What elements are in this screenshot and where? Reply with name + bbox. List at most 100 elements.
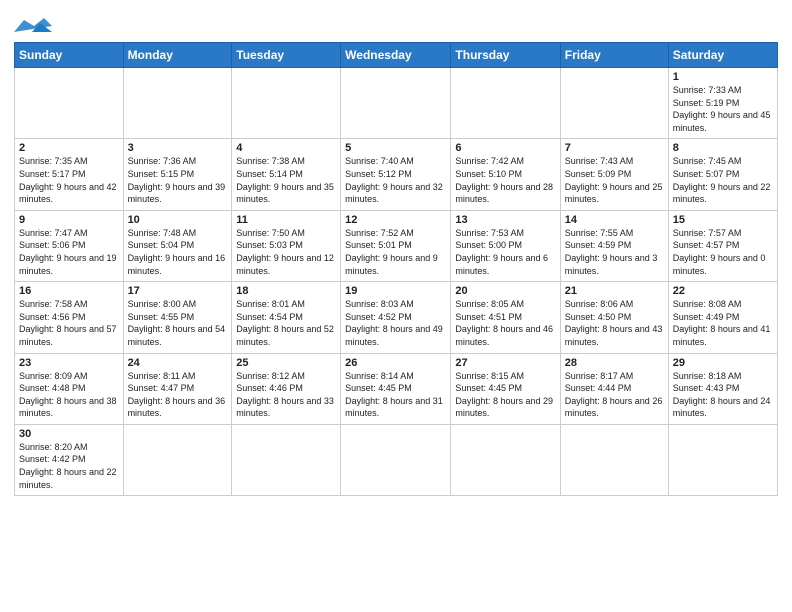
calendar-cell: 19Sunrise: 8:03 AM Sunset: 4:52 PM Dayli… <box>341 282 451 353</box>
day-info: Sunrise: 8:01 AM Sunset: 4:54 PM Dayligh… <box>236 298 336 348</box>
day-info: Sunrise: 7:58 AM Sunset: 4:56 PM Dayligh… <box>19 298 119 348</box>
day-number: 6 <box>455 142 555 154</box>
day-info: Sunrise: 7:42 AM Sunset: 5:10 PM Dayligh… <box>455 155 555 205</box>
day-info: Sunrise: 7:40 AM Sunset: 5:12 PM Dayligh… <box>345 155 446 205</box>
day-number: 16 <box>19 285 119 297</box>
day-number: 22 <box>673 285 773 297</box>
calendar-cell: 11Sunrise: 7:50 AM Sunset: 5:03 PM Dayli… <box>232 210 341 281</box>
day-number: 11 <box>236 214 336 226</box>
day-number: 5 <box>345 142 446 154</box>
day-of-week-header: Tuesday <box>232 43 341 68</box>
calendar-cell <box>232 424 341 495</box>
day-number: 8 <box>673 142 773 154</box>
calendar-cell: 28Sunrise: 8:17 AM Sunset: 4:44 PM Dayli… <box>560 353 668 424</box>
day-number: 28 <box>565 357 664 369</box>
calendar-cell <box>668 424 777 495</box>
day-info: Sunrise: 8:15 AM Sunset: 4:45 PM Dayligh… <box>455 370 555 420</box>
day-of-week-header: Friday <box>560 43 668 68</box>
logo-icon <box>14 18 52 34</box>
calendar-cell: 23Sunrise: 8:09 AM Sunset: 4:48 PM Dayli… <box>15 353 124 424</box>
day-of-week-header: Saturday <box>668 43 777 68</box>
day-number: 25 <box>236 357 336 369</box>
day-number: 26 <box>345 357 446 369</box>
calendar-week-row: 23Sunrise: 8:09 AM Sunset: 4:48 PM Dayli… <box>15 353 778 424</box>
calendar-cell: 6Sunrise: 7:42 AM Sunset: 5:10 PM Daylig… <box>451 139 560 210</box>
calendar-cell: 7Sunrise: 7:43 AM Sunset: 5:09 PM Daylig… <box>560 139 668 210</box>
calendar-cell <box>123 424 232 495</box>
day-number: 3 <box>128 142 228 154</box>
calendar-cell: 2Sunrise: 7:35 AM Sunset: 5:17 PM Daylig… <box>15 139 124 210</box>
calendar-cell: 24Sunrise: 8:11 AM Sunset: 4:47 PM Dayli… <box>123 353 232 424</box>
day-info: Sunrise: 7:57 AM Sunset: 4:57 PM Dayligh… <box>673 227 773 277</box>
day-info: Sunrise: 7:35 AM Sunset: 5:17 PM Dayligh… <box>19 155 119 205</box>
day-number: 21 <box>565 285 664 297</box>
day-number: 13 <box>455 214 555 226</box>
day-info: Sunrise: 7:50 AM Sunset: 5:03 PM Dayligh… <box>236 227 336 277</box>
day-info: Sunrise: 8:03 AM Sunset: 4:52 PM Dayligh… <box>345 298 446 348</box>
calendar-cell: 26Sunrise: 8:14 AM Sunset: 4:45 PM Dayli… <box>341 353 451 424</box>
day-info: Sunrise: 8:20 AM Sunset: 4:42 PM Dayligh… <box>19 441 119 491</box>
calendar-cell: 10Sunrise: 7:48 AM Sunset: 5:04 PM Dayli… <box>123 210 232 281</box>
day-info: Sunrise: 7:43 AM Sunset: 5:09 PM Dayligh… <box>565 155 664 205</box>
day-info: Sunrise: 7:38 AM Sunset: 5:14 PM Dayligh… <box>236 155 336 205</box>
calendar-cell: 1Sunrise: 7:33 AM Sunset: 5:19 PM Daylig… <box>668 68 777 139</box>
calendar-cell: 29Sunrise: 8:18 AM Sunset: 4:43 PM Dayli… <box>668 353 777 424</box>
day-info: Sunrise: 7:36 AM Sunset: 5:15 PM Dayligh… <box>128 155 228 205</box>
day-info: Sunrise: 7:45 AM Sunset: 5:07 PM Dayligh… <box>673 155 773 205</box>
calendar-cell <box>451 68 560 139</box>
day-number: 7 <box>565 142 664 154</box>
day-number: 12 <box>345 214 446 226</box>
day-number: 19 <box>345 285 446 297</box>
day-info: Sunrise: 7:55 AM Sunset: 4:59 PM Dayligh… <box>565 227 664 277</box>
day-number: 27 <box>455 357 555 369</box>
day-number: 20 <box>455 285 555 297</box>
calendar-week-row: 1Sunrise: 7:33 AM Sunset: 5:19 PM Daylig… <box>15 68 778 139</box>
calendar-cell: 17Sunrise: 8:00 AM Sunset: 4:55 PM Dayli… <box>123 282 232 353</box>
calendar-cell: 3Sunrise: 7:36 AM Sunset: 5:15 PM Daylig… <box>123 139 232 210</box>
day-number: 18 <box>236 285 336 297</box>
day-info: Sunrise: 7:48 AM Sunset: 5:04 PM Dayligh… <box>128 227 228 277</box>
calendar-cell: 27Sunrise: 8:15 AM Sunset: 4:45 PM Dayli… <box>451 353 560 424</box>
calendar: SundayMondayTuesdayWednesdayThursdayFrid… <box>14 42 778 496</box>
calendar-cell <box>232 68 341 139</box>
day-number: 4 <box>236 142 336 154</box>
calendar-cell: 8Sunrise: 7:45 AM Sunset: 5:07 PM Daylig… <box>668 139 777 210</box>
day-number: 24 <box>128 357 228 369</box>
day-of-week-header: Wednesday <box>341 43 451 68</box>
day-info: Sunrise: 8:18 AM Sunset: 4:43 PM Dayligh… <box>673 370 773 420</box>
page: SundayMondayTuesdayWednesdayThursdayFrid… <box>0 0 792 510</box>
day-info: Sunrise: 7:53 AM Sunset: 5:00 PM Dayligh… <box>455 227 555 277</box>
calendar-cell: 22Sunrise: 8:08 AM Sunset: 4:49 PM Dayli… <box>668 282 777 353</box>
day-number: 23 <box>19 357 119 369</box>
day-number: 9 <box>19 214 119 226</box>
day-info: Sunrise: 7:33 AM Sunset: 5:19 PM Dayligh… <box>673 84 773 134</box>
day-of-week-header: Monday <box>123 43 232 68</box>
day-info: Sunrise: 8:12 AM Sunset: 4:46 PM Dayligh… <box>236 370 336 420</box>
calendar-cell: 30Sunrise: 8:20 AM Sunset: 4:42 PM Dayli… <box>15 424 124 495</box>
day-info: Sunrise: 8:14 AM Sunset: 4:45 PM Dayligh… <box>345 370 446 420</box>
calendar-cell <box>123 68 232 139</box>
calendar-cell <box>560 68 668 139</box>
day-info: Sunrise: 7:52 AM Sunset: 5:01 PM Dayligh… <box>345 227 446 277</box>
day-info: Sunrise: 8:05 AM Sunset: 4:51 PM Dayligh… <box>455 298 555 348</box>
header <box>14 10 778 34</box>
day-info: Sunrise: 8:08 AM Sunset: 4:49 PM Dayligh… <box>673 298 773 348</box>
day-number: 1 <box>673 71 773 83</box>
day-of-week-header: Sunday <box>15 43 124 68</box>
calendar-cell <box>341 424 451 495</box>
day-info: Sunrise: 8:17 AM Sunset: 4:44 PM Dayligh… <box>565 370 664 420</box>
calendar-cell: 25Sunrise: 8:12 AM Sunset: 4:46 PM Dayli… <box>232 353 341 424</box>
calendar-cell: 18Sunrise: 8:01 AM Sunset: 4:54 PM Dayli… <box>232 282 341 353</box>
day-number: 29 <box>673 357 773 369</box>
day-of-week-header: Thursday <box>451 43 560 68</box>
calendar-cell <box>341 68 451 139</box>
calendar-cell: 9Sunrise: 7:47 AM Sunset: 5:06 PM Daylig… <box>15 210 124 281</box>
day-info: Sunrise: 8:06 AM Sunset: 4:50 PM Dayligh… <box>565 298 664 348</box>
calendar-cell: 4Sunrise: 7:38 AM Sunset: 5:14 PM Daylig… <box>232 139 341 210</box>
day-number: 30 <box>19 428 119 440</box>
calendar-week-row: 9Sunrise: 7:47 AM Sunset: 5:06 PM Daylig… <box>15 210 778 281</box>
calendar-header-row: SundayMondayTuesdayWednesdayThursdayFrid… <box>15 43 778 68</box>
calendar-cell <box>560 424 668 495</box>
calendar-cell: 20Sunrise: 8:05 AM Sunset: 4:51 PM Dayli… <box>451 282 560 353</box>
calendar-cell: 12Sunrise: 7:52 AM Sunset: 5:01 PM Dayli… <box>341 210 451 281</box>
